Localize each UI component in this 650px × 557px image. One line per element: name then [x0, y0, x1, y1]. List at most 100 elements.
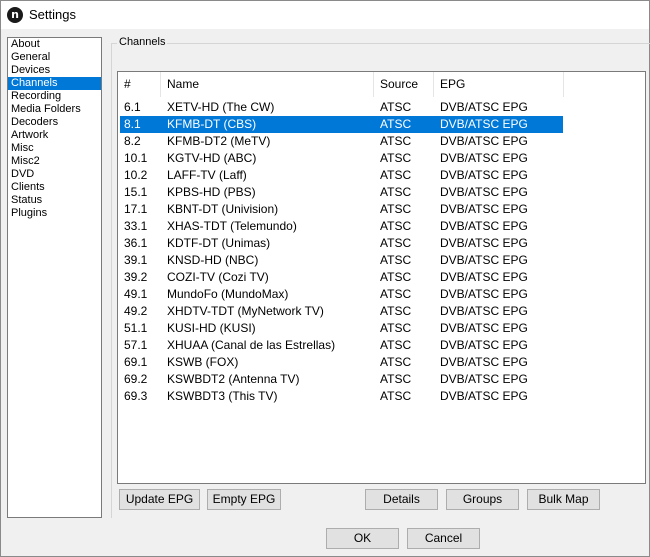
cell-name: KSWBDT2 (Antenna TV) [167, 372, 300, 386]
table-row[interactable]: 51.1 KUSI-HD (KUSI) ATSC DVB/ATSC EPG [118, 320, 645, 337]
nav-item-general[interactable]: General [8, 51, 101, 64]
nav-item-recording[interactable]: Recording [8, 90, 101, 103]
cell-source: ATSC [380, 253, 412, 267]
cell-name: XHAS-TDT (Telemundo) [167, 219, 297, 233]
table-row[interactable]: 17.1 KBNT-DT (Univision) ATSC DVB/ATSC EPG [118, 201, 645, 218]
table-row[interactable]: 39.2 COZI-TV (Cozi TV) ATSC DVB/ATSC EPG [118, 269, 645, 286]
nav-item-dvd[interactable]: DVD [8, 168, 101, 181]
cell-number: 69.2 [124, 372, 148, 386]
table-row[interactable]: 49.2 XHDTV-TDT (MyNetwork TV) ATSC DVB/ATSC… [118, 303, 645, 320]
cell-name: KDTF-DT (Unimas) [167, 236, 271, 250]
cell-number: 69.3 [124, 389, 148, 403]
cell-number: 6.1 [124, 100, 141, 114]
listview-header: # Name Source EPG [118, 72, 645, 97]
cell-source: ATSC [380, 270, 412, 284]
cell-source: ATSC [380, 389, 412, 403]
cell-name: KUSI-HD (KUSI) [167, 321, 256, 335]
column-header-epg[interactable]: EPG [434, 72, 564, 97]
nav-item-clients[interactable]: Clients [8, 181, 101, 194]
cell-source: ATSC [380, 287, 412, 301]
details-button[interactable]: Details [365, 489, 438, 510]
table-row[interactable]: 39.1 KNSD-HD (NBC) ATSC DVB/ATSC EPG [118, 252, 645, 269]
cell-name: KGTV-HD (ABC) [167, 151, 257, 165]
cell-epg: DVB/ATSC EPG [440, 338, 528, 352]
nav-item-misc[interactable]: Misc [8, 142, 101, 155]
table-row[interactable]: 69.2 KSWBDT2 (Antenna TV) ATSC DVB/ATSC EPG [118, 371, 645, 388]
cell-number: 10.1 [124, 151, 148, 165]
channels-listview[interactable]: # Name Source EPG 6.1 XETV-HD (The CW) ATS… [117, 71, 646, 484]
cell-name: XHDTV-TDT (MyNetwork TV) [167, 304, 324, 318]
cell-epg: DVB/ATSC EPG [440, 389, 528, 403]
table-row[interactable]: 69.1 KSWB (FOX) ATSC DVB/ATSC EPG [118, 354, 645, 371]
table-row[interactable]: 15.1 KPBS-HD (PBS) ATSC DVB/ATSC EPG [118, 184, 645, 201]
ok-button[interactable]: OK [326, 528, 399, 549]
groups-button[interactable]: Groups [446, 489, 519, 510]
table-row[interactable]: 69.3 KSWBDT3 (This TV) ATSC DVB/ATSC EPG [118, 388, 645, 405]
cell-epg: DVB/ATSC EPG [440, 270, 528, 284]
cell-source: ATSC [380, 338, 412, 352]
cell-epg: DVB/ATSC EPG [440, 202, 528, 216]
nav-item-status[interactable]: Status [8, 194, 101, 207]
cell-name: KSWBDT3 (This TV) [167, 389, 278, 403]
cell-number: 51.1 [124, 321, 148, 335]
cell-source: ATSC [380, 219, 412, 233]
window-title: Settings [29, 7, 76, 22]
column-header-source[interactable]: Source [374, 72, 434, 97]
cell-number: 15.1 [124, 185, 148, 199]
table-row[interactable]: 6.1 XETV-HD (The CW) ATSC DVB/ATSC EPG [118, 99, 645, 116]
table-row[interactable]: 10.2 LAFF-TV (Laff) ATSC DVB/ATSC EPG [118, 167, 645, 184]
title-bar[interactable]: n Settings [1, 1, 649, 29]
cell-number: 49.2 [124, 304, 148, 318]
nav-item-media-folders[interactable]: Media Folders [8, 103, 101, 116]
table-row[interactable]: 10.1 KGTV-HD (ABC) ATSC DVB/ATSC EPG [118, 150, 645, 167]
cell-number: 33.1 [124, 219, 148, 233]
column-header-number[interactable]: # [118, 72, 161, 97]
cell-epg: DVB/ATSC EPG [440, 134, 528, 148]
channels-group-label: Channels [117, 36, 168, 48]
cell-epg: DVB/ATSC EPG [440, 219, 528, 233]
channel-rows: 6.1 XETV-HD (The CW) ATSC DVB/ATSC EPG 8.1 KF… [118, 99, 645, 405]
cell-source: ATSC [380, 185, 412, 199]
nav-item-misc2[interactable]: Misc2 [8, 155, 101, 168]
update-epg-button[interactable]: Update EPG [119, 489, 200, 510]
table-row[interactable]: 36.1 KDTF-DT (Unimas) ATSC DVB/ATSC EPG [118, 235, 645, 252]
table-row[interactable]: 8.1 KFMB-DT (CBS) ATSC DVB/ATSC EPG [118, 116, 645, 133]
cell-epg: DVB/ATSC EPG [440, 304, 528, 318]
nav-item-artwork[interactable]: Artwork [8, 129, 101, 142]
settings-category-list[interactable]: About General Devices Channels Recording Medi… [7, 37, 102, 518]
cell-number: 69.1 [124, 355, 148, 369]
nav-item-decoders[interactable]: Decoders [8, 116, 101, 129]
cell-source: ATSC [380, 372, 412, 386]
cell-epg: DVB/ATSC EPG [440, 355, 528, 369]
table-row[interactable]: 57.1 XHUAA (Canal de las Estrellas) ATSC DV… [118, 337, 645, 354]
cell-source: ATSC [380, 134, 412, 148]
nav-item-about[interactable]: About [8, 38, 101, 51]
table-row[interactable]: 33.1 XHAS-TDT (Telemundo) ATSC DVB/ATSC EPG [118, 218, 645, 235]
cell-epg: DVB/ATSC EPG [440, 253, 528, 267]
cell-number: 17.1 [124, 202, 148, 216]
cancel-button[interactable]: Cancel [407, 528, 480, 549]
table-row[interactable]: 49.1 MundoFo (MundoMax) ATSC DVB/ATSC EPG [118, 286, 645, 303]
cell-name: COZI-TV (Cozi TV) [167, 270, 269, 284]
cell-source: ATSC [380, 321, 412, 335]
nav-item-plugins[interactable]: Plugins [8, 207, 101, 220]
cell-source: ATSC [380, 151, 412, 165]
cell-source: ATSC [380, 236, 412, 250]
cell-number: 49.1 [124, 287, 148, 301]
app-logo-icon: n [7, 7, 23, 23]
nav-item-devices[interactable]: Devices [8, 64, 101, 77]
table-row[interactable]: 8.2 KFMB-DT2 (MeTV) ATSC DVB/ATSC EPG [118, 133, 645, 150]
cell-source: ATSC [380, 100, 412, 114]
cell-source: ATSC [380, 355, 412, 369]
nav-item-channels[interactable]: Channels [8, 77, 101, 90]
settings-window: n Settings About General Devices Channels Re… [0, 0, 650, 557]
cell-number: 8.2 [124, 134, 141, 148]
cell-name: KSWB (FOX) [167, 355, 239, 369]
cell-epg: DVB/ATSC EPG [440, 321, 528, 335]
column-header-name[interactable]: Name [161, 72, 374, 97]
cell-epg: DVB/ATSC EPG [440, 287, 528, 301]
empty-epg-button[interactable]: Empty EPG [207, 489, 281, 510]
cell-source: ATSC [380, 304, 412, 318]
bulk-map-button[interactable]: Bulk Map [527, 489, 600, 510]
cell-name: LAFF-TV (Laff) [167, 168, 247, 182]
